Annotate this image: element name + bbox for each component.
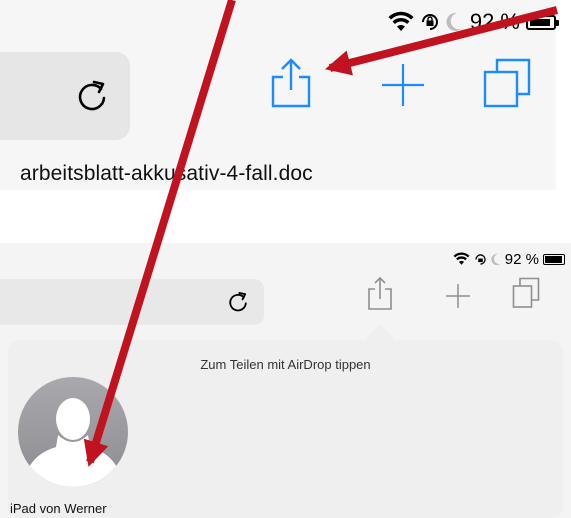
bottom-screenshot-panel: 92 % Zum Teilen mit AirDrop tippen iPad … xyxy=(0,243,571,518)
wifi-icon xyxy=(453,252,470,266)
wifi-icon xyxy=(388,11,414,33)
airdrop-hint-text: Zum Teilen mit AirDrop tippen xyxy=(200,357,371,372)
orientation-lock-icon xyxy=(420,12,440,32)
airdrop-device-name: iPad von Werner xyxy=(10,501,107,516)
document-filename: arbeitsblatt-akkusativ-4-fall.doc xyxy=(20,162,313,185)
orientation-lock-icon xyxy=(474,253,487,266)
share-icon[interactable] xyxy=(367,277,393,311)
new-tab-icon[interactable] xyxy=(381,63,425,107)
battery-icon xyxy=(543,253,565,265)
battery-percent-bottom: 92 % xyxy=(504,250,539,268)
top-screenshot-panel: 92 % arbeitsblatt-akkusativ-4-fall.doc xyxy=(0,0,559,190)
moon-icon xyxy=(491,253,501,266)
tabs-icon[interactable] xyxy=(483,58,531,108)
share-icon[interactable] xyxy=(268,58,314,108)
reload-icon[interactable] xyxy=(225,289,251,315)
battery-icon xyxy=(526,14,559,30)
battery-percent-top: 92 % xyxy=(469,9,520,34)
reload-icon[interactable] xyxy=(72,76,112,116)
status-bar-bottom: 92 % xyxy=(453,249,565,269)
moon-icon xyxy=(446,12,462,32)
status-bar-top: 92 % xyxy=(388,8,559,36)
new-tab-icon[interactable] xyxy=(445,283,471,309)
person-avatar-icon[interactable] xyxy=(18,377,128,487)
tabs-icon[interactable] xyxy=(512,277,540,309)
